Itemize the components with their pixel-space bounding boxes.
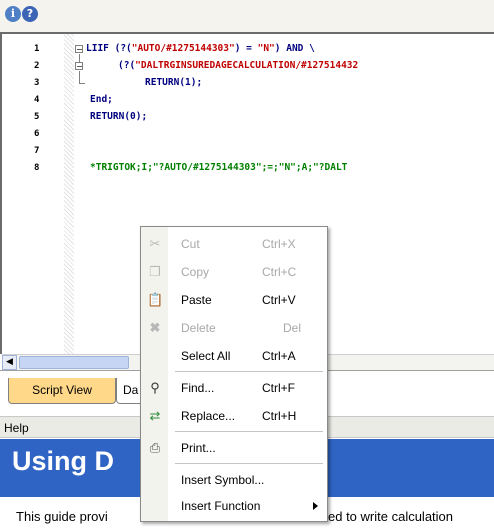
binoculars-icon: ⚲ bbox=[150, 380, 160, 395]
menu-item-copy[interactable]: ❐ Copy Ctrl+C bbox=[141, 258, 327, 286]
line-number: 4 bbox=[34, 95, 40, 105]
menu-separator bbox=[175, 431, 323, 432]
menu-item-label: Copy bbox=[181, 265, 210, 279]
context-menu: ✂ Cut Ctrl+X ❐ Copy Ctrl+C 📋 Paste Ctrl+… bbox=[140, 226, 328, 522]
menu-item-label: Delete bbox=[181, 321, 216, 335]
menu-item-shortcut: Ctrl+A bbox=[262, 349, 296, 363]
menu-item-shortcut: Del bbox=[283, 321, 302, 335]
code-token: (?( bbox=[118, 60, 136, 71]
menu-item-label: Cut bbox=[181, 237, 200, 251]
menu-separator bbox=[175, 371, 323, 372]
code-line-4: End; bbox=[90, 94, 113, 105]
fold-line bbox=[79, 83, 85, 84]
help-title: Using D bbox=[12, 446, 115, 476]
code-line-8: *TRIGTOK;I;"?AUTO/#1275144303";=;"N";A;"… bbox=[90, 162, 348, 173]
line-number: 7 bbox=[34, 146, 40, 156]
fold-collapse-icon[interactable]: − bbox=[75, 62, 83, 71]
menu-separator bbox=[175, 463, 323, 464]
line-number: 1 bbox=[34, 44, 40, 54]
code-line-2: (?("DALTRGINSUREDAGECALCULATION/#1275144… bbox=[118, 60, 358, 71]
scissors-icon: ✂ bbox=[149, 236, 161, 251]
scroll-left-icon[interactable]: ◀ bbox=[2, 355, 17, 370]
line-number: 6 bbox=[34, 129, 40, 139]
code-token: ) = bbox=[234, 43, 258, 54]
printer-icon: ⎙ bbox=[149, 440, 161, 455]
paste-icon: 📋 bbox=[147, 292, 164, 307]
menu-item-insert-function[interactable]: Insert Function bbox=[141, 492, 327, 520]
menu-item-print[interactable]: ⎙ Print... bbox=[141, 434, 327, 462]
fold-line bbox=[79, 71, 80, 83]
code-token: ) AND \ bbox=[274, 43, 315, 54]
help-icon[interactable]: ? bbox=[22, 6, 38, 22]
line-number-gutter: 1 2 3 4 5 6 7 8 bbox=[2, 34, 67, 354]
menu-item-label: Replace... bbox=[181, 409, 236, 423]
line-number: 8 bbox=[34, 163, 40, 173]
replace-icon: ⇄ bbox=[149, 408, 161, 423]
code-token: "N" bbox=[257, 43, 275, 54]
fold-line bbox=[79, 54, 80, 62]
info-icon[interactable]: i bbox=[5, 6, 21, 22]
menu-item-find[interactable]: ⚲ Find... Ctrl+F bbox=[141, 374, 327, 402]
line-number: 2 bbox=[34, 61, 40, 71]
menu-item-insert-symbol[interactable]: Insert Symbol... bbox=[141, 466, 327, 494]
code-line-5: RETURN(0); bbox=[90, 111, 148, 122]
menu-item-cut[interactable]: ✂ Cut Ctrl+X bbox=[141, 230, 327, 258]
delete-icon: ✖ bbox=[149, 320, 161, 335]
code-line-1: LIIF (?("AUTO/#1275144303") = "N") AND \ bbox=[86, 43, 315, 54]
menu-item-shortcut: Ctrl+H bbox=[262, 409, 297, 423]
menu-item-select-all[interactable]: Select All Ctrl+A bbox=[141, 342, 327, 370]
tab-script-view[interactable]: Script View bbox=[8, 378, 116, 404]
menu-item-label: Select All bbox=[181, 349, 231, 363]
help-body-text: This guide provi bbox=[16, 509, 108, 524]
editor-margin bbox=[64, 34, 74, 354]
menu-item-shortcut: Ctrl+F bbox=[262, 381, 295, 395]
fold-collapse-icon[interactable]: − bbox=[75, 45, 83, 54]
menu-item-label: Find... bbox=[181, 381, 215, 395]
menu-item-shortcut: Ctrl+V bbox=[262, 293, 296, 307]
menu-item-label: Insert Symbol... bbox=[181, 473, 265, 487]
menu-item-delete[interactable]: ✖ Delete Del bbox=[141, 314, 327, 342]
code-line-3: RETURN(1); bbox=[145, 77, 203, 88]
menu-item-shortcut: Ctrl+X bbox=[262, 237, 296, 251]
menu-item-label: Print... bbox=[181, 441, 216, 455]
menu-item-replace[interactable]: ⇄ Replace... Ctrl+H bbox=[141, 402, 327, 430]
menu-item-paste[interactable]: 📋 Paste Ctrl+V bbox=[141, 286, 327, 314]
menu-item-label: Paste bbox=[181, 293, 212, 307]
menu-item-shortcut: Ctrl+C bbox=[262, 265, 297, 279]
code-token: "DALTRGINSUREDAGECALCULATION/#127514432 bbox=[135, 60, 359, 71]
menu-item-label: Insert Function bbox=[181, 499, 261, 513]
copy-icon: ❐ bbox=[149, 264, 161, 279]
line-number: 3 bbox=[34, 78, 40, 88]
line-number: 5 bbox=[34, 112, 40, 122]
help-body-text-tail: ed to write calculation bbox=[328, 509, 454, 524]
submenu-arrow-icon bbox=[313, 502, 318, 510]
code-token: LIIF (?( bbox=[86, 43, 132, 54]
toolbar: i ? bbox=[0, 0, 494, 32]
code-token: "AUTO/#1275144303" bbox=[131, 43, 235, 54]
scroll-thumb[interactable] bbox=[19, 356, 129, 369]
